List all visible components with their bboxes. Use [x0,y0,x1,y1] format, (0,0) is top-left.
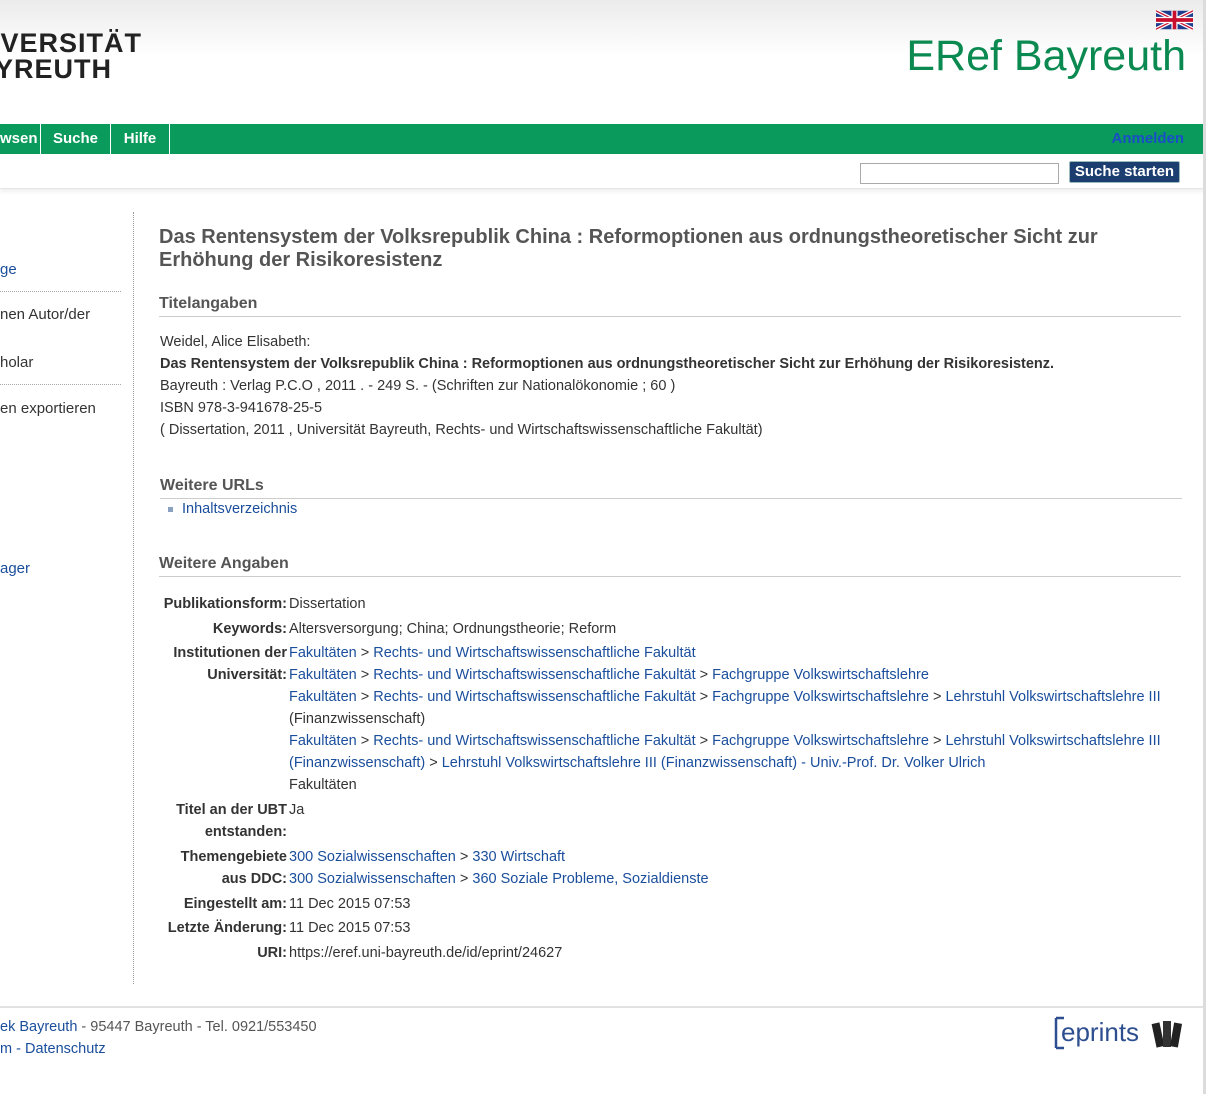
institution-path-4: Fakultäten > Rechts- und Wirtschaftswiss… [289,733,1161,749]
modified-label: Letzte Änderung: [167,920,287,936]
inst-link-vwl[interactable]: Fachgruppe Volkswirtschaftslehre [712,689,929,705]
ddc-link-360[interactable]: 360 Soziale Probleme, Sozialdienste [472,871,708,887]
nav-item-browse[interactable]: wsen [0,124,41,154]
citation-publisher: Bayreuth : Verlag P.C.O , 2011 . - 249 S… [160,378,676,394]
url-bullet-icon [168,507,173,512]
ddc-path-2: 300 Sozialwissenschaften > 360 Soziale P… [289,871,709,887]
pubform-value: Dissertation [289,596,366,612]
ddc-label-1: Themengebiete [180,849,287,865]
inst-link-faculties[interactable]: Fakultäten [289,733,357,749]
eprints-logo[interactable]: eprints [1054,1012,1184,1054]
sidebar-item-5[interactable]: ager [0,560,30,577]
inst-link-ulrich[interactable]: Lehrstuhl Volkswirtschaftslehre III (Fin… [442,755,986,771]
inst-link-vwl[interactable]: Fachgruppe Volkswirtschaftslehre [712,733,929,749]
inst-link-rw-faculty[interactable]: Rechts- und Wirtschaftswissenschaftliche… [373,667,695,683]
main-navigation: wsen Suche Hilfe Anmelden [0,124,1206,154]
footer-datenschutz-link[interactable]: Datenschutz [25,1041,106,1057]
modified-value: 11 Dec 2015 07:53 [289,920,411,936]
uri-label: URI: [257,945,287,961]
site-header: IVERSITÄT YREUTH ERef Bayreuth [0,0,1206,124]
citation-author: Weidel, Alice Elisabeth: [160,334,311,350]
uk-flag-icon[interactable] [1156,10,1193,30]
institution-path-2: Fakultäten > Rechts- und Wirtschaftswiss… [289,667,929,683]
inst-link-rw-faculty[interactable]: Rechts- und Wirtschaftswissenschaftliche… [373,689,695,705]
pubform-label: Publikationsform: [163,596,287,612]
sidebar-item-2[interactable]: nen Autor/der [0,306,90,323]
inst-link-vwl[interactable]: Fachgruppe Volkswirtschaftslehre [712,667,929,683]
sidebar-separator [0,384,121,385]
keywords-label: Keywords: [212,621,287,637]
institution-path-4-cont: (Finanzwissenschaft) > Lehrstuhl Volkswi… [289,755,986,771]
sidebar: ge nen Autor/der holar en exportieren ag… [0,214,124,984]
institution-path-3: Fakultäten > Rechts- und Wirtschaftswiss… [289,689,1161,705]
sidebar-item-3[interactable]: holar [0,354,33,371]
sidebar-separator [0,291,121,292]
inst-link-lehrstuhl-cont[interactable]: (Finanzwissenschaft) [289,711,425,727]
ubt-label-2: entstanden: [204,824,287,840]
institutions-label-2: Universität: [207,667,287,683]
created-value: 11 Dec 2015 07:53 [289,896,411,912]
eprints-logo-icon: eprints [1054,1016,1183,1050]
citation-thesis: ( Dissertation, 2011 , Universität Bayre… [160,422,763,438]
nav-item-help[interactable]: Hilfe [111,124,170,154]
inst-link-faculties[interactable]: Fakultäten [289,777,357,793]
inst-link-faculties[interactable]: Fakultäten [289,645,357,661]
login-link[interactable]: Anmelden [1111,124,1184,154]
page-title: Das Rentensystem der Volksrepublik China… [159,226,1098,271]
sidebar-item-1[interactable]: ge [0,261,17,278]
url-inhaltsverzeichnis[interactable]: Inhaltsverzeichnis [182,501,297,517]
footer-legal-line: m - Datenschutz [0,1041,106,1057]
ddc-link-300[interactable]: 300 Sozialwissenschaften [289,871,456,887]
sidebar-item-4[interactable]: en exportieren [0,400,96,417]
citation-isbn: ISBN 978-3-941678-25-5 [160,400,323,416]
footer-impressum-link[interactable]: m [0,1041,12,1057]
inst-link-faculties[interactable]: Fakultäten [289,689,357,705]
site-footer: ek Bayreuth - 95447 Bayreuth - Tel. 0921… [0,1006,1206,1096]
ddc-link-330[interactable]: 330 Wirtschaft [472,849,565,865]
university-logo[interactable]: IVERSITÄT YREUTH [0,28,143,84]
ddc-path-1: 300 Sozialwissenschaften > 330 Wirtschaf… [289,849,566,865]
search-bar: Suche starten [0,154,1206,189]
uri-link[interactable]: https://eref.uni-bayreuth.de/id/eprint/2… [289,945,562,961]
inst-link-lehrstuhl-cont[interactable]: (Finanzwissenschaft) [289,755,425,771]
inst-link-rw-faculty[interactable]: Rechts- und Wirtschaftswissenschaftliche… [373,733,695,749]
citation-title: Das Rentensystem der Volksrepublik China… [160,356,1055,372]
site-title[interactable]: ERef Bayreuth [906,32,1186,81]
ubt-value: Ja [289,802,305,818]
inst-link-lehrstuhl[interactable]: Lehrstuhl Volkswirtschaftslehre III [945,733,1160,749]
sidebar-divider [133,212,134,984]
logo-line-1: IVERSITÄT [0,28,143,58]
section-titelangaben: Titelangaben [159,295,1181,317]
inst-link-lehrstuhl[interactable]: Lehrstuhl Volkswirtschaftslehre III [945,689,1160,705]
footer-address: - 95447 Bayreuth - Tel. 0921/553450 [77,1019,317,1035]
search-button[interactable]: Suche starten [1069,161,1180,183]
nav-item-search[interactable]: Suche [41,124,111,154]
svg-text:eprints: eprints [1061,1017,1139,1047]
inst-link-rw-faculty[interactable]: Rechts- und Wirtschaftswissenschaftliche… [373,645,695,661]
created-label: Eingestellt am: [183,896,287,912]
inst-link-faculties[interactable]: Fakultäten [289,667,357,683]
ddc-link-300[interactable]: 300 Sozialwissenschaften [289,849,456,865]
institutions-label-1: Institutionen der [173,645,287,661]
ddc-label-2: aus DDC: [221,871,287,887]
footer-library-link[interactable]: ek Bayreuth [0,1019,77,1035]
section-weitere-angaben: Weitere Angaben [159,555,1181,577]
logo-line-2: YREUTH [0,54,113,84]
keywords-value: Altersversorgung; China; Ordnungstheorie… [289,621,617,637]
search-input[interactable] [860,163,1059,184]
section-weitere-urls: Weitere URLs [160,477,1182,499]
ubt-label-1: Titel an der UBT [176,802,287,818]
institution-path-1: Fakultäten > Rechts- und Wirtschaftswiss… [289,645,696,661]
footer-address-line: ek Bayreuth - 95447 Bayreuth - Tel. 0921… [0,1019,317,1035]
